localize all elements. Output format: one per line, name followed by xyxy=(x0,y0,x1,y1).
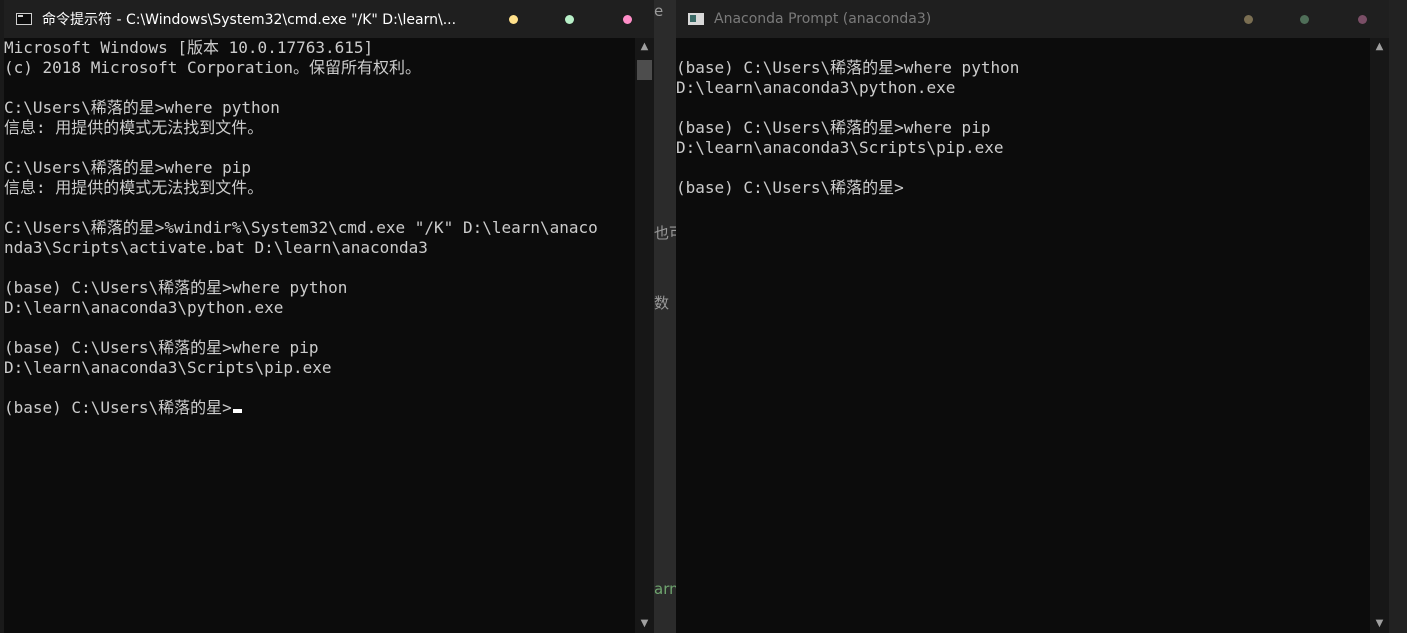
console-line-text: (base) C:\Users\稀落的星>where pip xyxy=(676,118,991,137)
anaconda-prompt-window[interactable]: Anaconda Prompt (anaconda3) (base) C:\Us… xyxy=(676,0,1389,633)
console-line: nda3\Scripts\activate.bat D:\learn\anaco… xyxy=(4,238,598,258)
console-line-text: C:\Users\稀落的星>where python xyxy=(4,98,280,117)
cmd-scrollbar-thumb[interactable] xyxy=(637,60,652,80)
console-line: (base) C:\Users\稀落的星>where python xyxy=(4,278,598,298)
maximize-dot-icon[interactable] xyxy=(565,15,574,24)
background-window-gap: e 也可 数 arn xyxy=(654,0,684,633)
console-line-text: (base) C:\Users\稀落的星>where pip xyxy=(4,338,319,357)
console-line-text: (base) C:\Users\稀落的星> xyxy=(4,398,232,417)
cmd-title-bar[interactable]: 命令提示符 - C:\Windows\System32\cmd.exe "/K"… xyxy=(4,0,654,38)
anaconda-window-title: Anaconda Prompt (anaconda3) xyxy=(714,11,932,27)
background-text-fragment: arn xyxy=(654,580,679,598)
console-line: (base) C:\Users\稀落的星>where pip xyxy=(676,118,1019,138)
background-window-edge xyxy=(1389,0,1407,633)
console-line: Microsoft Windows [版本 10.0.17763.615] xyxy=(4,38,598,58)
console-line: (base) C:\Users\稀落的星>where python xyxy=(676,58,1019,78)
console-line-text: (base) C:\Users\稀落的星>where python xyxy=(676,58,1020,77)
chevron-up-icon[interactable]: ▲ xyxy=(635,38,654,56)
text-cursor xyxy=(232,409,242,413)
minimize-dot-icon[interactable] xyxy=(509,15,518,24)
console-line-text: 信息: 用提供的模式无法找到文件。 xyxy=(4,178,264,197)
console-line-text: (base) C:\Users\稀落的星> xyxy=(676,178,904,197)
cmd-console-output[interactable]: Microsoft Windows [版本 10.0.17763.615] (c)… xyxy=(4,38,598,418)
console-line-text: (c) 2018 Microsoft Corporation。保留所有权利。 xyxy=(4,58,421,77)
cmd-window[interactable]: 命令提示符 - C:\Windows\System32\cmd.exe "/K"… xyxy=(4,0,654,633)
console-line: D:\learn\anaconda3\Scripts\pip.exe xyxy=(4,358,598,378)
maximize-dot-icon[interactable] xyxy=(1300,15,1309,24)
cmd-scrollbar[interactable]: ▲ ▼ xyxy=(635,38,654,633)
console-line-text: 信息: 用提供的模式无法找到文件。 xyxy=(4,118,264,137)
cmd-window-title: 命令提示符 - C:\Windows\System32\cmd.exe "/K"… xyxy=(42,12,457,28)
console-line: C:\Users\稀落的星>%windir%\System32\cmd.exe … xyxy=(4,218,598,238)
anaconda-console-output[interactable]: (base) C:\Users\稀落的星>where python D:\lear… xyxy=(676,38,1019,198)
console-line: 信息: 用提供的模式无法找到文件。 xyxy=(4,118,598,138)
console-line: D:\learn\anaconda3\python.exe xyxy=(676,78,1019,98)
console-line-text: D:\learn\anaconda3\Scripts\pip.exe xyxy=(676,138,1004,157)
close-dot-icon[interactable] xyxy=(623,15,632,24)
console-line: (c) 2018 Microsoft Corporation。保留所有权利。 xyxy=(4,58,598,78)
console-line: 信息: 用提供的模式无法找到文件。 xyxy=(4,178,598,198)
chevron-down-icon[interactable]: ▼ xyxy=(1370,615,1389,633)
console-line: D:\learn\anaconda3\python.exe xyxy=(4,298,598,318)
console-line: (base) C:\Users\稀落的星> xyxy=(676,178,1019,198)
console-line-text: Microsoft Windows [版本 10.0.17763.615] xyxy=(4,38,374,57)
console-line: C:\Users\稀落的星>where pip xyxy=(4,158,598,178)
console-line-text: (base) C:\Users\稀落的星>where python xyxy=(4,278,348,297)
chevron-up-icon[interactable]: ▲ xyxy=(1370,38,1389,56)
background-text-fragment: e xyxy=(654,2,664,20)
console-line: (base) C:\Users\稀落的星>where pip xyxy=(4,338,598,358)
console-line-text: C:\Users\稀落的星>where pip xyxy=(4,158,252,177)
console-line: C:\Users\稀落的星>where python xyxy=(4,98,598,118)
minimize-dot-icon[interactable] xyxy=(1244,15,1253,24)
console-line-text: D:\learn\anaconda3\python.exe xyxy=(676,78,956,97)
console-line: (base) C:\Users\稀落的星> xyxy=(4,398,598,418)
background-text-fragment: 数 xyxy=(654,294,670,312)
console-line-text: D:\learn\anaconda3\Scripts\pip.exe xyxy=(4,358,332,377)
console-icon xyxy=(16,13,32,25)
anaconda-title-bar[interactable]: Anaconda Prompt (anaconda3) xyxy=(676,0,1389,38)
console-line-text: nda3\Scripts\activate.bat D:\learn\anaco… xyxy=(4,238,428,257)
console-line-text: C:\Users\稀落的星>%windir%\System32\cmd.exe … xyxy=(4,218,598,237)
console-line: D:\learn\anaconda3\Scripts\pip.exe xyxy=(676,138,1019,158)
anaconda-prompt-icon xyxy=(688,13,704,25)
anaconda-scrollbar[interactable]: ▲ ▼ xyxy=(1370,38,1389,633)
close-dot-icon[interactable] xyxy=(1358,15,1367,24)
chevron-down-icon[interactable]: ▼ xyxy=(635,615,654,633)
console-line-text: D:\learn\anaconda3\python.exe xyxy=(4,298,284,317)
